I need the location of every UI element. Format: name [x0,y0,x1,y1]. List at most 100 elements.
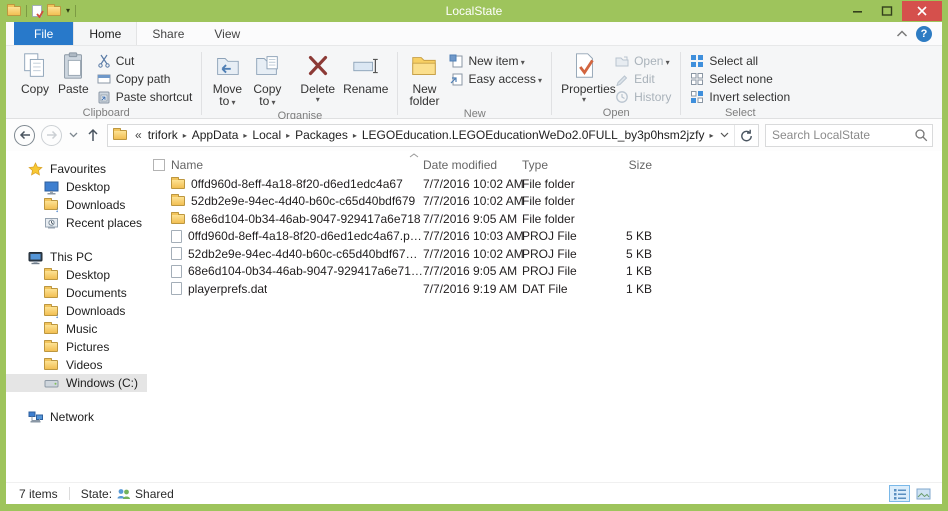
tab-view[interactable]: View [199,22,255,45]
address-dropdown-button[interactable] [714,125,734,146]
sidebar-item-favourites[interactable]: Favourites [6,160,147,178]
properties-button[interactable]: Properties ▾ [557,49,611,104]
sidebar-item-pc-desktop[interactable]: Desktop [6,266,147,284]
select-all-icon [690,54,704,68]
thumbnail-view-button[interactable] [913,485,934,502]
sidebar-item-documents[interactable]: Documents [6,284,147,302]
table-row[interactable]: 52db2e9e-94ec-4d40-b60c-c65d40bdf679.pro… [147,245,942,263]
search-input[interactable] [766,128,914,142]
table-row[interactable]: 0ffd960d-8eff-4a18-8f20-d6ed1edc4a67 7/7… [147,175,942,193]
column-headers: Name Date modified Type Size [147,155,942,175]
move-to-button[interactable]: Move to [207,49,247,109]
sidebar-item-label: Windows (C:) [66,376,138,390]
maximize-button[interactable] [873,2,900,20]
titlebar-separator [26,5,27,17]
qat-customize-dropdown-icon[interactable]: ▾ [66,6,70,16]
tab-file[interactable]: File [14,22,73,45]
breadcrumb-item[interactable]: LEGOEducation.LEGOEducationWeDo2.0FULL_b… [358,128,709,142]
select-none-button[interactable]: Select none [686,70,794,88]
easy-access-button[interactable]: Easy access [445,70,546,88]
up-arrow-icon [86,128,100,142]
star-icon [27,161,43,177]
details-view-button[interactable] [889,485,910,502]
new-item-button[interactable]: New item [445,52,546,70]
ribbon-tab-row: File Home Share View ? [6,22,942,46]
invert-selection-button[interactable]: Invert selection [686,88,794,106]
table-row[interactable]: playerprefs.dat 7/7/2016 9:19 AM DAT Fil… [147,280,942,298]
red-check-icon [36,10,44,18]
ribbon-group-open: Properties ▾ Open [557,49,675,118]
sidebar-item-recent-places[interactable]: Recent places [6,214,147,232]
breadcrumb-item[interactable]: Packages [291,128,352,142]
breadcrumb-item[interactable]: trifork [144,128,182,142]
file-date: 7/7/2016 10:02 AM [423,247,522,261]
delete-button[interactable]: Delete ▾ [296,49,339,104]
column-header-name[interactable]: Name [171,158,423,172]
refresh-button[interactable] [734,125,758,146]
network-icon [27,409,43,425]
column-header-size[interactable]: Size [602,158,664,172]
recent-locations-dropdown[interactable] [68,132,79,138]
sidebar-item-label: Documents [66,286,127,300]
column-header-date-modified[interactable]: Date modified [423,158,522,172]
breadcrumb-item[interactable]: AppData [188,128,243,142]
sidebar-item-videos[interactable]: Videos [6,356,147,374]
properties-icon [569,51,599,81]
sidebar-item-pictures[interactable]: Pictures [6,338,147,356]
sidebar-item-this-pc[interactable]: This PC [6,248,147,266]
folder-icon [171,214,185,224]
title-bar[interactable]: ▾ LocalState [0,0,948,22]
copy-to-button[interactable]: Copy to [247,49,287,109]
sidebar-item-windows-c[interactable]: Windows (C:) [6,374,147,392]
paste-icon [58,51,88,81]
search-icon[interactable] [914,128,928,142]
open-button[interactable]: Open [611,52,675,70]
back-button[interactable] [14,125,35,146]
sidebar-item-fav-desktop[interactable]: Desktop [6,178,147,196]
table-row[interactable]: 0ffd960d-8eff-4a18-8f20-d6ed1edc4a67.pro… [147,228,942,246]
breadcrumb-overflow[interactable]: « [133,128,144,142]
view-toggles [889,485,934,502]
qat-properties-button[interactable] [32,5,42,17]
new-folder-button[interactable]: New folder [403,49,445,107]
tab-share[interactable]: Share [137,22,199,45]
ribbon-group-clipboard: Copy Paste [16,49,196,118]
history-button[interactable]: History [611,88,675,106]
table-row[interactable]: 68e6d104-0b34-46ab-9047-929417a6e718 7/7… [147,210,942,228]
edit-button[interactable]: Edit [611,70,675,88]
table-row[interactable]: 68e6d104-0b34-46ab-9047-929417a6e718.pro… [147,263,942,281]
forward-button[interactable] [41,125,62,146]
table-row[interactable]: 52db2e9e-94ec-4d40-b60c-c65d40bdf679 7/7… [147,193,942,211]
qat-new-folder-button[interactable] [47,6,61,16]
breadcrumb-item[interactable]: Local [248,128,285,142]
move-to-icon [212,51,242,81]
ribbon: Copy Paste [6,46,942,119]
tab-home[interactable]: Home [73,22,137,45]
copy-button[interactable]: Copy [16,49,54,95]
collapse-ribbon-icon[interactable] [896,30,908,38]
sidebar-item-downloads[interactable]: ↓ Downloads [6,302,147,320]
close-button[interactable] [902,1,942,21]
select-all-button[interactable]: Select all [686,52,794,70]
file-type: File folder [522,212,602,226]
sidebar-item-fav-downloads[interactable]: ↓ Downloads [6,196,147,214]
file-date: 7/7/2016 10:02 AM [423,177,522,191]
sidebar-item-music[interactable]: Music [6,320,147,338]
documents-folder-icon [43,285,59,301]
copy-path-button[interactable]: Copy path [93,70,197,88]
address-bar[interactable]: « trifork ▸ AppData ▸ Local ▸ Packages ▸… [107,124,759,147]
column-header-type[interactable]: Type [522,158,602,172]
minimize-button[interactable] [844,2,871,20]
help-icon[interactable]: ? [916,26,932,42]
sidebar-item-network[interactable]: Network [6,408,147,426]
select-all-checkbox[interactable] [147,159,171,171]
up-button[interactable] [85,128,101,142]
ribbon-group-select: Select all Select none [686,49,794,118]
refresh-icon [740,129,753,142]
paste-button[interactable]: Paste [54,49,93,95]
sidebar-item-label: Network [50,410,94,424]
rename-button[interactable]: Rename [339,49,392,95]
cut-button[interactable]: Cut [93,52,197,70]
paste-shortcut-button[interactable]: Paste shortcut [93,88,197,106]
new-item-icon [449,54,463,68]
